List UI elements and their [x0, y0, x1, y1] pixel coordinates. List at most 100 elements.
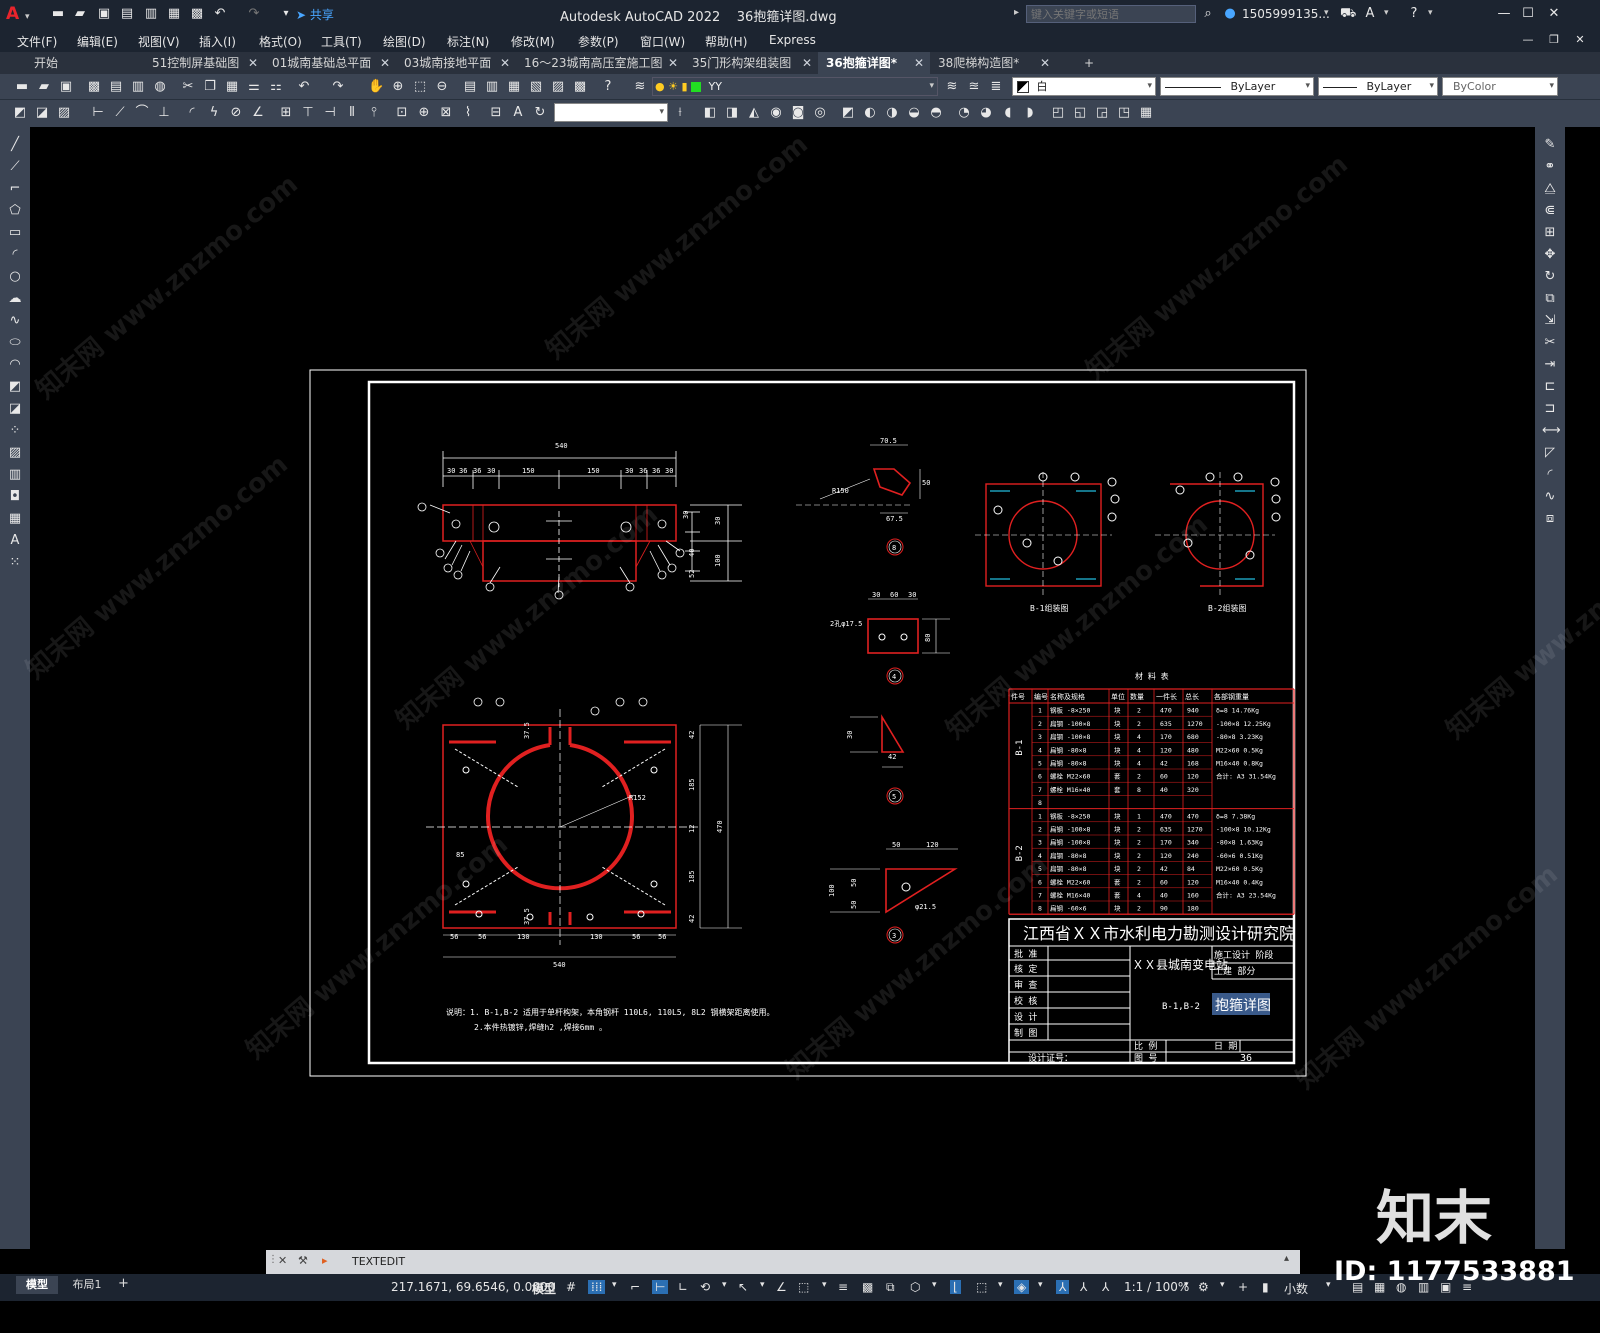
save-icon[interactable]: ▣ — [96, 6, 112, 22]
menu-parametric[interactable]: 参数(P) — [578, 33, 619, 50]
polygon-icon[interactable]: ⬠ — [7, 203, 23, 219]
menu-insert[interactable]: 插入(I) — [199, 33, 236, 50]
properties-icon[interactable]: ▤ — [462, 79, 478, 95]
minimize-icon[interactable]: — — [1496, 6, 1512, 22]
app-menu-button[interactable]: A ▾ — [6, 4, 36, 24]
plot-icon[interactable]: ▩ — [86, 79, 102, 95]
chevron-down-icon[interactable]: ▾ — [932, 1280, 937, 1290]
aligned-dim-icon[interactable]: ⟋ — [112, 105, 128, 121]
dim-update-icon[interactable]: ↻ — [532, 105, 548, 121]
design-center-icon[interactable]: ▥ — [484, 79, 500, 95]
close-icon[interactable]: ✕ — [914, 52, 924, 74]
construction-line-icon[interactable]: ⟋ — [7, 159, 23, 175]
search-icon[interactable]: ⌕ — [1200, 6, 1216, 22]
copy-object-icon[interactable]: ⚭ — [1542, 159, 1558, 175]
plotstyle-dropdown[interactable]: ByColor ▾ — [1442, 77, 1558, 96]
scale-icon[interactable]: ⧉ — [1542, 291, 1558, 307]
pan-icon[interactable]: ✋ — [368, 79, 384, 95]
solid-sphere-icon[interactable]: ◉ — [768, 105, 784, 121]
menu-dimension[interactable]: 标注(N) — [447, 33, 489, 50]
ortho-icon[interactable]: ∟ — [678, 1280, 688, 1294]
arc-length-icon[interactable]: ⌒ — [134, 105, 150, 121]
share-button[interactable]: ➤ 共享 — [296, 6, 334, 23]
extrude-icon[interactable]: ◩ — [840, 105, 856, 121]
dynamic-ucs-icon[interactable]: ⌊ — [950, 1280, 961, 1294]
undo-icon[interactable]: ↶ — [296, 79, 312, 95]
revolve-icon[interactable]: ◐ — [862, 105, 878, 121]
chevron-down-icon[interactable]: ▾ — [998, 1280, 1003, 1290]
close-icon[interactable]: ✕ — [248, 52, 258, 74]
open-icon[interactable]: ▰ — [72, 6, 88, 22]
close-icon[interactable]: ✕ — [1040, 52, 1050, 74]
preview-icon[interactable]: ▤ — [108, 79, 124, 95]
rotate-icon[interactable]: ↻ — [1542, 269, 1558, 285]
command-text[interactable]: TEXTEDIT — [352, 1255, 405, 1268]
ellipse-arc-icon[interactable]: ◠ — [7, 357, 23, 373]
close-icon[interactable]: ✕ — [380, 52, 390, 74]
solid-box-icon[interactable]: ◧ — [702, 105, 718, 121]
menu-tools[interactable]: 工具(T) — [321, 33, 362, 50]
ellipse-icon[interactable]: ⬭ — [7, 335, 23, 351]
chevron-down-icon[interactable]: ▾ — [1220, 1280, 1225, 1290]
mirror-3d-icon[interactable]: ◳ — [1116, 105, 1132, 121]
union-icon[interactable]: ◔ — [956, 105, 972, 121]
radius-icon[interactable]: ◜ — [184, 105, 200, 121]
object-snap-tracking-icon[interactable]: ∠ — [776, 1280, 787, 1294]
dim-text-edit-icon[interactable]: A — [510, 105, 526, 121]
subtract-icon[interactable]: ◕ — [978, 105, 994, 121]
redo-icon[interactable]: ↷ — [246, 6, 262, 22]
copy-icon[interactable]: ❐ — [202, 79, 218, 95]
close-icon[interactable]: ✕ — [668, 52, 678, 74]
array-icon[interactable]: ⊞ — [1542, 225, 1558, 241]
web-open-icon[interactable]: ▦ — [166, 6, 182, 22]
menu-express[interactable]: Express — [769, 33, 816, 47]
new-icon[interactable]: ▬ — [50, 6, 66, 22]
lineweight-dropdown[interactable]: ByLayer ▾ — [1318, 77, 1438, 96]
offset-icon[interactable]: ⋐ — [1542, 203, 1558, 219]
chevron-down-icon[interactable]: ▾ — [1428, 8, 1433, 18]
cut-icon[interactable]: ✂ — [180, 79, 196, 95]
slice-icon[interactable]: ◗ — [1022, 105, 1038, 121]
continue-icon[interactable]: ⊣ — [322, 105, 338, 121]
save-icon[interactable]: ▣ — [58, 79, 74, 95]
menu-file[interactable]: 文件(F) — [17, 33, 57, 50]
tab-layout1[interactable]: 布局1 — [64, 1276, 110, 1294]
linetype-dropdown[interactable]: ByLayer ▾ — [1160, 77, 1314, 96]
gizmo-icon[interactable]: ◈ — [1014, 1280, 1030, 1294]
zoom-realtime-icon[interactable]: ⊕ — [390, 79, 406, 95]
close-icon[interactable]: ✕ — [802, 52, 812, 74]
fillet-icon[interactable]: ◜ — [1542, 467, 1558, 483]
arc-icon[interactable]: ◜ — [7, 247, 23, 263]
chevron-down-icon[interactable]: ▾ — [1038, 1280, 1043, 1290]
object-snap-icon[interactable]: ⬚ — [798, 1280, 809, 1294]
3d-osnap-icon[interactable]: ⬡ — [910, 1280, 920, 1294]
infer-icon[interactable]: ⌐ — [630, 1280, 640, 1294]
dim-style-dropdown[interactable]: ▾ — [554, 103, 668, 122]
align-3d-icon[interactable]: ◲ — [1094, 105, 1110, 121]
dim-style-icon[interactable]: ⟊ — [672, 105, 688, 121]
doc-minimize-icon[interactable]: — — [1520, 32, 1536, 48]
coordinates[interactable]: 217.1671, 69.6546, 0.0000 — [391, 1280, 555, 1294]
chevron-down-icon[interactable]: ▾ — [760, 1280, 765, 1290]
break-icon[interactable]: ⫯ — [366, 105, 382, 121]
insert-icon[interactable]: ◩ — [12, 105, 28, 121]
search-input[interactable] — [1026, 5, 1196, 23]
drawing-canvas[interactable]: 540 30 36 36 30 150 150 30 36 36 30 30 30 40 10… — [21, 127, 1600, 1252]
quickcalc-icon[interactable]: ▩ — [572, 79, 588, 95]
plus-icon[interactable]: + — [1238, 1280, 1248, 1294]
menu-help[interactable]: 帮助(H) — [705, 33, 747, 50]
make-block-icon[interactable]: ◪ — [7, 401, 23, 417]
stretch-icon[interactable]: ⇲ — [1542, 313, 1558, 329]
isodraft-icon[interactable]: ↖ — [738, 1280, 748, 1294]
center-mark-icon[interactable]: ⊕ — [416, 105, 432, 121]
add-selected-icon[interactable]: ⁙ — [7, 555, 23, 571]
menu-view[interactable]: 视图(V) — [138, 33, 180, 50]
snap-icon[interactable]: ⁞⁞⁞ — [588, 1280, 606, 1294]
lineweight-icon[interactable]: ≡ — [838, 1280, 848, 1294]
tab-file[interactable]: 01城南基础总平面 ✕ — [264, 52, 396, 74]
markup-icon[interactable]: ▨ — [550, 79, 566, 95]
polyline-icon[interactable]: ⌐ — [7, 181, 23, 197]
color-dropdown[interactable]: 白 ▾ — [1012, 77, 1156, 96]
intersect-icon[interactable]: ◖ — [1000, 105, 1016, 121]
move-3d-icon[interactable]: ◰ — [1050, 105, 1066, 121]
